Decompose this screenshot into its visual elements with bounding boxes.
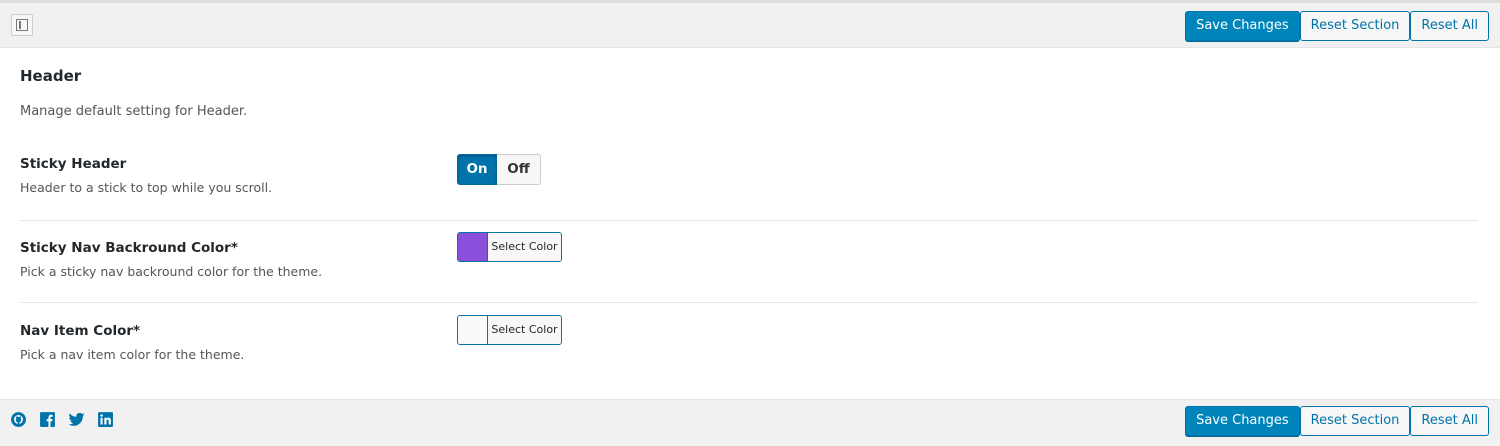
field-description: Pick a sticky nav backround color for th…	[20, 264, 323, 279]
twitter-icon[interactable]	[68, 411, 85, 428]
github-icon[interactable]	[10, 411, 27, 428]
section-content: Header Manage default setting for Header…	[0, 48, 1500, 399]
facebook-icon[interactable]	[39, 411, 56, 428]
sticky-nav-color-picker[interactable]: Select Color	[457, 232, 562, 262]
reset-all-button[interactable]: Reset All	[1410, 406, 1489, 436]
expand-options-button[interactable]	[11, 14, 33, 36]
field-title: Sticky Header	[20, 156, 127, 172]
field-title: Sticky Nav Backround Color*	[20, 240, 238, 256]
top-toolbar: Save Changes Reset Section Reset All	[0, 3, 1500, 48]
options-panel: Save Changes Reset Section Reset All Hea…	[0, 0, 1500, 446]
reset-all-button[interactable]: Reset All	[1410, 11, 1489, 41]
field-description: Pick a nav item color for the theme.	[20, 347, 245, 362]
linkedin-icon[interactable]	[97, 411, 114, 428]
top-actions: Save Changes Reset Section Reset All	[1185, 11, 1489, 41]
expand-layout-icon	[16, 19, 28, 31]
field-description: Header to a stick to top while you scrol…	[20, 180, 273, 195]
save-changes-button[interactable]: Save Changes	[1185, 406, 1300, 436]
section-title: Header	[20, 67, 82, 85]
field-title: Nav Item Color*	[20, 323, 141, 339]
reset-section-button[interactable]: Reset Section	[1299, 11, 1411, 41]
bottom-toolbar: Save Changes Reset Section Reset All	[0, 399, 1500, 446]
select-color-button[interactable]: Select Color	[488, 316, 561, 344]
section-description: Manage default setting for Header.	[20, 104, 248, 119]
reset-section-button[interactable]: Reset Section	[1299, 406, 1411, 436]
social-links	[10, 411, 114, 428]
color-swatch	[458, 316, 488, 344]
nav-item-color-picker[interactable]: Select Color	[457, 315, 562, 345]
color-swatch	[458, 233, 488, 261]
save-changes-button[interactable]: Save Changes	[1185, 11, 1300, 41]
field-row-sticky-header: Sticky Header Header to a stick to top w…	[20, 154, 1478, 221]
field-row-sticky-nav-color: Sticky Nav Backround Color* Pick a stick…	[20, 232, 1478, 303]
switch-on-button[interactable]: On	[457, 154, 497, 185]
field-row-nav-item-color: Nav Item Color* Pick a nav item color fo…	[20, 315, 1478, 381]
sticky-header-switch: On Off	[457, 154, 541, 185]
select-color-button[interactable]: Select Color	[488, 233, 561, 261]
bottom-actions: Save Changes Reset Section Reset All	[1185, 406, 1489, 436]
switch-off-button[interactable]: Off	[497, 154, 541, 185]
